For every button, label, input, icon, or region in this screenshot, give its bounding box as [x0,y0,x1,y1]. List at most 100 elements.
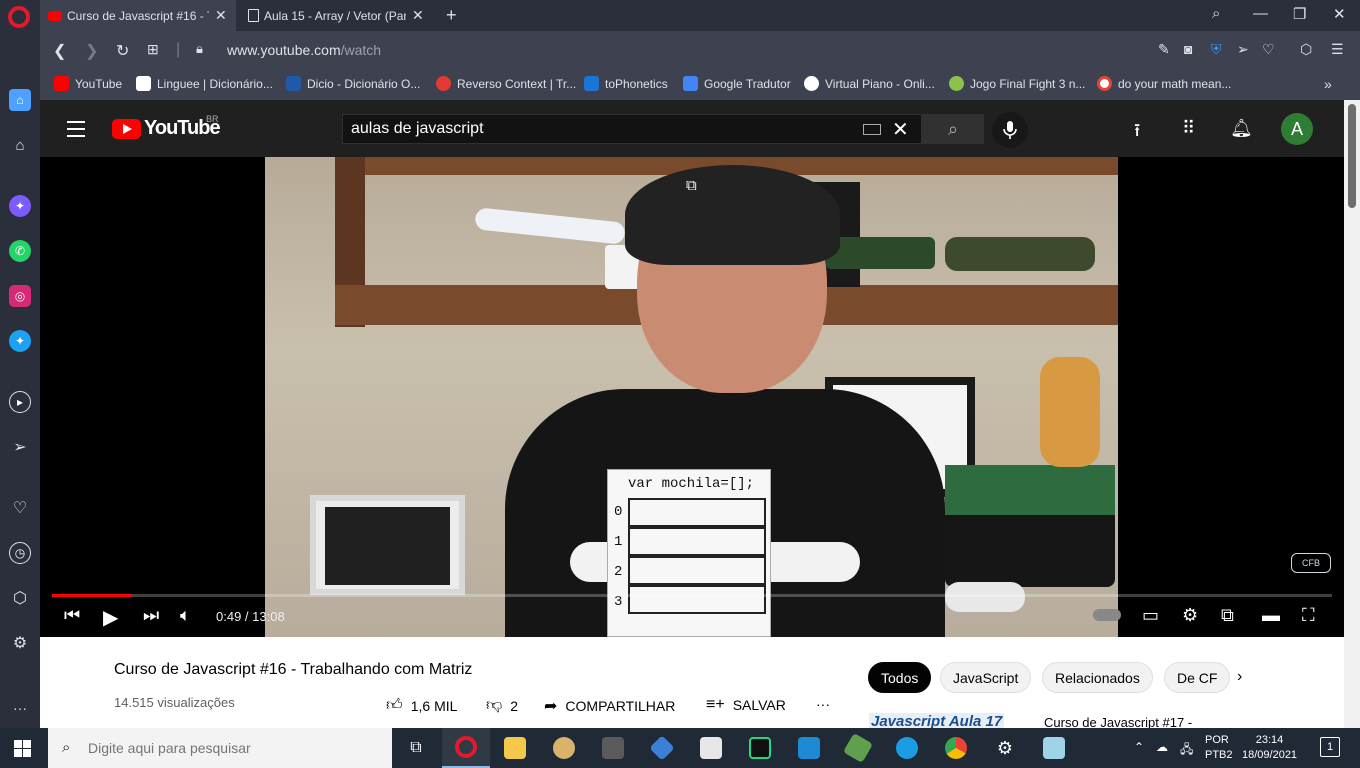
history-icon[interactable]: ◷ [9,542,31,564]
previous-icon[interactable]: ⏮ [64,605,80,626]
heart-icon[interactable]: ♡ [1262,41,1275,58]
reload-icon[interactable]: ↻ [116,41,129,61]
chip-de-cfb[interactable]: De CF [1164,662,1230,693]
clear-search-icon[interactable]: ✕ [892,117,909,142]
autoplay-toggle[interactable] [1093,609,1121,621]
send-icon[interactable]: ➢ [1237,41,1249,58]
share-button[interactable]: ➦ COMPARTILHAR [544,696,675,716]
settings-gear-icon[interactable]: ⚙ [1182,605,1198,626]
shield-icon[interactable]: ⛨ [1211,41,1222,58]
bookmark-final-fight[interactable]: Jogo Final Fight 3 n... [949,76,1085,91]
taskbar-paint[interactable] [540,728,588,768]
network-icon[interactable]: 🖧︎ [1180,740,1193,761]
new-tab-button[interactable]: + [438,0,465,31]
forward-icon[interactable]: ❯ [85,41,98,61]
close-tab-icon[interactable]: ✕ [412,7,424,24]
taskbar-search-input[interactable] [48,728,392,768]
play-icon[interactable]: ▶ [103,605,118,630]
taskbar-nodejs[interactable] [834,728,882,768]
video-player[interactable]: var mochila=[]; 0 1 2 3 ⧉ CFB ⏮ ▶ ⏭ 🔈︎ 0… [40,157,1344,637]
restore-icon[interactable]: ❐ [1293,5,1306,23]
minimize-icon[interactable]: — [1253,5,1268,22]
avatar[interactable]: A [1281,113,1313,145]
chevron-right-icon[interactable]: › [1237,668,1242,686]
bookmark-tophonetics[interactable]: toPhonetics [584,76,668,91]
tray-chevron-icon[interactable]: ⌃ [1134,740,1144,754]
taskbar-app-generic[interactable] [1030,728,1078,768]
upload-icon[interactable]: ⭱ [1134,118,1140,148]
apps-grid-icon[interactable]: ⠿ [1182,118,1195,139]
scrollbar-thumb[interactable] [1348,104,1356,208]
tab-active[interactable]: Curso de Javascript #16 - Tr ✕ [40,0,236,31]
fullscreen-icon[interactable]: ⛶ [1302,605,1315,626]
taskbar-app-blue[interactable] [638,728,686,768]
bookmark-virtual-piano[interactable]: Virtual Piano - Onli... [804,76,935,91]
lock-icon[interactable]: 🔒︎ [196,41,203,57]
miniplayer-popout-icon[interactable]: ⧉ [686,177,697,194]
notifications-bell-icon[interactable]: 🔔︎ [1230,118,1253,139]
speed-dial-icon[interactable]: ⌂ [9,134,31,156]
video-frame[interactable]: var mochila=[]; 0 1 2 3 [265,157,1118,637]
next-icon[interactable]: ⏭ [143,605,159,626]
camera-icon[interactable]: ◙ [1184,41,1192,57]
theater-mode-icon[interactable]: ▬ [1262,605,1280,626]
bookmark-reverso[interactable]: Reverso Context | Tr... [436,76,576,91]
progress-bar[interactable] [52,594,1332,597]
onedrive-icon[interactable]: ☁ [1156,740,1168,754]
taskbar-edge[interactable] [883,728,931,768]
task-view-icon[interactable]: ⧉ [392,728,440,768]
whatsapp-icon[interactable]: ✆ [9,240,31,262]
instagram-icon[interactable]: ◎ [9,285,31,307]
url-field[interactable]: www.youtube.com/watch [227,42,381,58]
messenger-icon[interactable]: ✦ [9,195,31,217]
taskbar-opera[interactable] [442,728,490,768]
taskbar-pycharm[interactable] [736,728,784,768]
taskbar-settings[interactable]: ⚙ [981,728,1029,768]
opera-logo-icon[interactable] [8,6,30,28]
chip-todos[interactable]: Todos [868,662,932,693]
close-tab-icon[interactable]: ✕ [215,7,227,24]
twitter-icon[interactable]: ✦ [9,330,31,352]
youtube-logo-icon[interactable] [112,119,141,139]
bookmark-linguee[interactable]: Linguee | Dicionário... [136,76,273,91]
windows-start-icon[interactable] [14,740,31,757]
more-icon[interactable]: ··· [9,697,31,719]
home-icon[interactable]: ⌂ [9,89,31,111]
taskbar-game[interactable] [589,728,637,768]
more-actions-button[interactable]: ··· [816,696,830,712]
close-window-icon[interactable]: ✕ [1333,5,1346,23]
player-icon[interactable]: ▸ [9,391,31,413]
taskbar-file-explorer[interactable] [491,728,539,768]
miniplayer-icon[interactable]: ⧉ [1221,605,1234,626]
search-button[interactable]: ⌕ [922,114,984,144]
notifications-badge[interactable]: 1 [1320,737,1340,757]
back-icon[interactable]: ❮ [53,41,66,61]
chip-javascript[interactable]: JavaScript [940,662,1032,693]
send-icon[interactable]: ➢ [9,436,31,458]
tab-search-icon[interactable]: ⌕ [1212,5,1220,22]
bookmark-math[interactable]: do your math mean... [1097,76,1231,91]
bookmark-youtube[interactable]: YouTube [54,76,122,91]
speed-dial-icon[interactable]: ⊞ [147,41,159,58]
keyboard-icon[interactable] [863,124,881,135]
bookmarks-more-button[interactable]: » [1324,76,1332,92]
hamburger-menu-icon[interactable] [67,121,85,142]
edit-icon[interactable]: ✎ [1158,41,1170,58]
page-scrollbar[interactable] [1344,100,1360,728]
volume-icon[interactable]: 🔈︎ [180,605,191,626]
save-button[interactable]: ≡+ SALVAR [706,696,786,714]
subtitles-icon[interactable]: ▭ [1142,605,1159,626]
search-input[interactable] [342,114,922,144]
bookmark-dicio[interactable]: Dicio - Dicionário O... [286,76,420,91]
taskbar-app-doc[interactable] [687,728,735,768]
voice-search-button[interactable] [992,112,1028,148]
settings-icon[interactable]: ⚙ [9,632,31,654]
dislike-button[interactable]: 👎︎ 2 [486,696,518,715]
heart-icon[interactable]: ♡ [9,497,31,519]
cube-icon[interactable]: ⬡ [9,587,31,609]
taskbar-chrome[interactable] [932,728,980,768]
menu-icon[interactable]: ☰ [1331,41,1344,58]
like-button[interactable]: 👍︎ 1,6 MIL [386,696,457,715]
tab-inactive[interactable]: Aula 15 - Array / Vetor (Part ✕ [240,0,436,31]
bookmark-google-tradutor[interactable]: Google Tradutor [683,76,791,91]
